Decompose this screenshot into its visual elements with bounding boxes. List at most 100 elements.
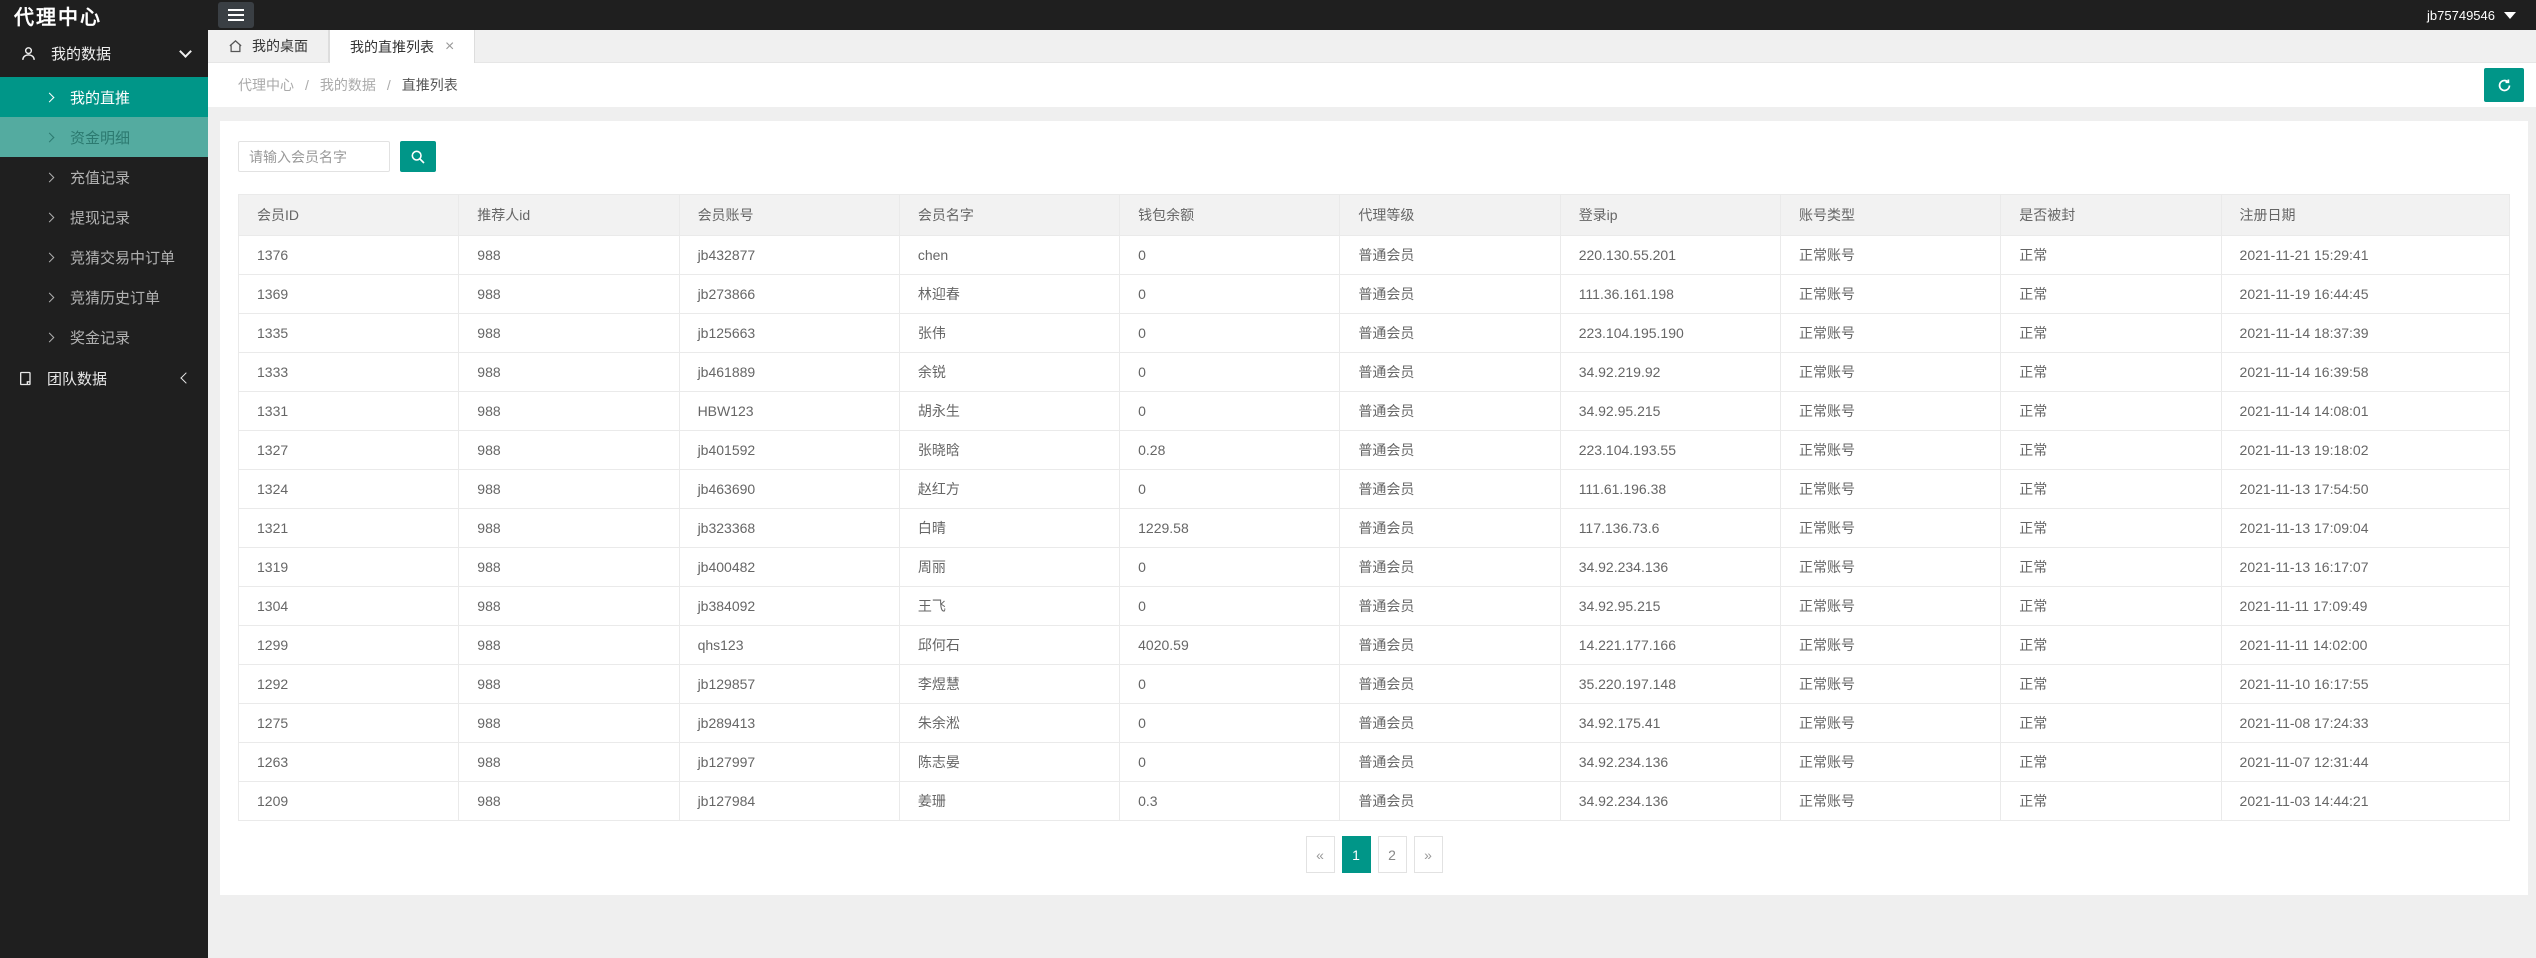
table-cell: 1331 — [237, 391, 460, 431]
table-cell: 普通会员 — [1339, 664, 1561, 704]
user-menu[interactable]: jb75749546 — [2427, 8, 2536, 23]
tab-label: 我的桌面 — [252, 38, 308, 54]
pagination-page-1[interactable]: 1 — [1341, 836, 1371, 873]
table-cell: 34.92.234.136 — [1559, 781, 1781, 821]
chevron-right-icon — [44, 212, 55, 222]
table-cell: jb129857 — [678, 664, 900, 704]
table-row: 1333 988 jb461889 余锐 0 普通会员 34.92.219.92 正常账号 正常… — [237, 352, 2511, 392]
table-cell: 0 — [1119, 274, 1341, 314]
table-cell: 223.104.193.55 — [1559, 430, 1781, 470]
table-cell: 4020.59 — [1119, 625, 1341, 665]
sidebar-item[interactable]: 充值记录 — [0, 157, 208, 197]
table-cell: 正常账号 — [1779, 352, 2002, 392]
table-cell: 姜珊 — [898, 781, 1121, 821]
table-cell: 2021-11-13 19:18:02 — [2220, 430, 2511, 470]
table-row: 1335 988 jb125663 张伟 0 普通会员 223.104.195.190 正常账… — [237, 313, 2511, 353]
tab-my-desktop[interactable]: 我的桌面 — [208, 30, 329, 62]
table-cell: 正常 — [2000, 664, 2222, 704]
table-cell: 普通会员 — [1339, 274, 1561, 314]
menu-toggle-button[interactable] — [218, 2, 254, 28]
tab-bar: 我的桌面 我的直推列表 × — [208, 30, 2536, 63]
table-cell: chen — [898, 235, 1121, 275]
table-cell: 2021-11-19 16:44:45 — [2220, 274, 2511, 314]
table-cell: 正常账号 — [1779, 391, 2002, 431]
pagination: « 1 2 » — [238, 836, 2510, 877]
chevron-right-icon — [44, 172, 55, 182]
close-icon[interactable]: × — [445, 38, 454, 55]
column-header: 登录ip — [1559, 194, 1781, 236]
table-cell: 正常 — [2000, 781, 2222, 821]
table-cell: 张晓晗 — [898, 430, 1121, 470]
table-cell: 正常账号 — [1779, 547, 2002, 587]
table-cell: 李煜慧 — [898, 664, 1121, 704]
table-cell: 白晴 — [898, 508, 1121, 548]
table-cell: 111.36.161.198 — [1559, 274, 1781, 314]
table-cell: HBW123 — [678, 391, 900, 431]
table-cell: 0 — [1119, 313, 1341, 353]
table-cell: 1324 — [237, 469, 460, 509]
sidebar-group-team-data[interactable]: 团队数据 — [0, 357, 208, 399]
sidebar-item[interactable]: 竞猜交易中订单 — [0, 237, 208, 277]
table-cell: 周丽 — [898, 547, 1121, 587]
table-cell: 117.136.73.6 — [1559, 508, 1781, 548]
sidebar-item[interactable]: 奖金记录 — [0, 317, 208, 357]
chevron-right-icon — [44, 132, 55, 142]
refresh-button[interactable] — [2484, 68, 2524, 102]
table-cell: 2021-11-14 16:39:58 — [2220, 352, 2511, 392]
table-cell: 223.104.195.190 — [1559, 313, 1781, 353]
tab-my-referrals-list[interactable]: 我的直推列表 × — [329, 30, 476, 63]
table-row: 1275 988 jb289413 朱余淞 0 普通会员 34.92.175.41 正常账号正… — [237, 703, 2511, 743]
pagination-next-button[interactable]: » — [1413, 836, 1443, 873]
column-header: 会员ID — [237, 194, 460, 236]
search-button[interactable] — [400, 141, 436, 172]
sidebar-item[interactable]: 我的直推 — [0, 77, 208, 117]
table-cell: 邱何石 — [898, 625, 1121, 665]
table-cell: 0 — [1119, 586, 1341, 626]
table-cell: 朱余淞 — [898, 703, 1121, 743]
table-row: 1319 988 jb400482 周丽 0 普通会员 34.92.234.136 正常账号正… — [237, 547, 2511, 587]
table-cell: 2021-11-03 14:44:21 — [2220, 781, 2511, 821]
table-cell: 1376 — [237, 235, 460, 275]
table-cell: 2021-11-14 18:37:39 — [2220, 313, 2511, 353]
table-cell: 正常 — [2000, 430, 2222, 470]
search-row — [238, 141, 2510, 172]
refresh-icon — [2496, 77, 2513, 94]
table-cell: 34.92.234.136 — [1559, 742, 1781, 782]
table-cell: 正常 — [2000, 703, 2222, 743]
table-cell: 正常 — [2000, 313, 2222, 353]
sidebar-group-my-data[interactable]: 我的数据 — [0, 30, 208, 77]
table-cell: jb400482 — [678, 547, 900, 587]
breadcrumb-separator: / — [305, 77, 309, 93]
sidebar-item[interactable]: 提现记录 — [0, 197, 208, 237]
table-cell: 1263 — [237, 742, 460, 782]
members-table: 会员ID 推荐人id 会员账号 会员名字 钱包余额 代理等级 登录ip 账号类型 是否被封 注册日… — [237, 194, 2511, 821]
table-cell: 1275 — [237, 703, 460, 743]
table-cell: jb401592 — [678, 430, 900, 470]
table-cell: 普通会员 — [1339, 508, 1561, 548]
table-row: 1263 988 jb127997 陈志晏 0 普通会员 34.92.234.136 正常账号… — [237, 742, 2511, 782]
table-cell: 正常 — [2000, 274, 2222, 314]
table-cell: jb323368 — [678, 508, 900, 548]
breadcrumb-item[interactable]: 代理中心 — [238, 75, 294, 95]
table-cell: 34.92.95.215 — [1559, 391, 1781, 431]
breadcrumb-item[interactable]: 我的数据 — [320, 75, 376, 95]
table-cell: 胡永生 — [898, 391, 1121, 431]
member-name-search-input[interactable] — [238, 141, 390, 172]
pagination-page-2[interactable]: 2 — [1377, 836, 1407, 873]
sidebar-item-label: 竞猜历史订单 — [70, 289, 161, 307]
table-cell: 2021-11-14 14:08:01 — [2220, 391, 2511, 431]
chevron-right-icon — [44, 92, 55, 102]
chevron-right-icon — [44, 332, 55, 342]
table-cell: 111.61.196.38 — [1559, 469, 1781, 509]
table-cell: 14.221.177.166 — [1559, 625, 1781, 665]
table-cell: jb125663 — [678, 313, 900, 353]
pagination-prev-button[interactable]: « — [1305, 836, 1335, 873]
table-cell: 正常 — [2000, 352, 2222, 392]
column-header: 账号类型 — [1779, 194, 2002, 236]
table-cell: 正常账号 — [1779, 625, 2002, 665]
sidebar-item[interactable]: 资金明细 — [0, 117, 208, 157]
sidebar-item[interactable]: 竞猜历史订单 — [0, 277, 208, 317]
table-cell: 1369 — [237, 274, 460, 314]
table-cell: jb273866 — [678, 274, 900, 314]
table-cell: 普通会员 — [1339, 547, 1561, 587]
